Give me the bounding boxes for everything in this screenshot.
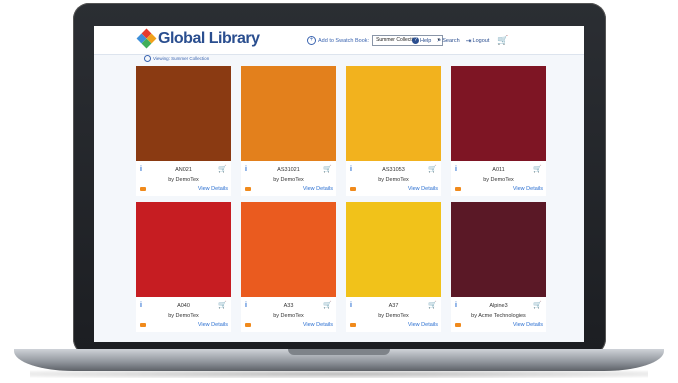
swatch-image[interactable] xyxy=(241,66,336,161)
swatch-maker: by DemoTex xyxy=(273,313,304,319)
header: Global Library + Add to Swatch Book: Sum… xyxy=(94,26,584,55)
swatch-code: AS31021 xyxy=(277,167,300,173)
swatch-maker: by DemoTex xyxy=(483,177,514,183)
swatch-image[interactable] xyxy=(346,202,441,297)
add-to-cart-icon[interactable]: 🛒 xyxy=(218,301,227,309)
search-link[interactable]: ⌕ Search xyxy=(437,37,459,45)
swatch-code: A33 xyxy=(283,303,294,309)
viewing-indicator: Viewing: Summer Collection xyxy=(144,55,209,62)
swatch-card[interactable]: i A33 🛒 by DemoTex View Details xyxy=(241,202,336,332)
swatch-maker: by DemoTex xyxy=(168,313,199,319)
search-label: Search xyxy=(442,37,460,44)
add-to-cart-icon[interactable]: 🛒 xyxy=(428,301,437,309)
view-details-link[interactable]: View Details xyxy=(198,322,228,328)
swatch-image[interactable] xyxy=(451,202,546,297)
laptop-shadow xyxy=(30,370,648,378)
book-icon[interactable] xyxy=(455,323,461,327)
book-icon[interactable] xyxy=(350,323,356,327)
swatch-image[interactable] xyxy=(136,202,231,297)
book-icon[interactable] xyxy=(350,187,356,191)
view-details-link[interactable]: View Details xyxy=(408,186,438,192)
swatch-maker: by DemoTex xyxy=(378,177,409,183)
logo-text: Global Library xyxy=(158,30,260,47)
swatch-maker: by Acme Technologies xyxy=(471,313,526,319)
swatch-code: A37 xyxy=(388,303,399,309)
add-label: Add to Swatch Book: xyxy=(318,37,370,44)
swatch-code: Alpine3 xyxy=(489,303,508,309)
viewing-label: Viewing: Summer Collection xyxy=(153,56,210,61)
add-to-cart-icon[interactable]: 🛒 xyxy=(218,165,227,173)
help-link[interactable]: ? Help xyxy=(412,37,431,44)
add-to-cart-icon[interactable]: 🛒 xyxy=(323,165,332,173)
swatch-card[interactable]: i A040 🛒 by DemoTex View Details xyxy=(136,202,231,332)
header-nav: ? Help ⌕ Search ⇥ Logout 🛒 xyxy=(412,35,509,46)
swatch-code: AS31053 xyxy=(382,167,405,173)
swatch-card[interactable]: i Alpine3 🛒 by Acme Technologies View Detail… xyxy=(451,202,546,332)
view-details-link[interactable]: View Details xyxy=(198,186,228,192)
swatch-image[interactable] xyxy=(451,66,546,161)
swatch-card[interactable]: i A011 🛒 by DemoTex View Details xyxy=(451,66,546,196)
view-details-link[interactable]: View Details xyxy=(513,186,543,192)
logout-icon: ⇥ xyxy=(465,37,472,45)
search-icon: ⌕ xyxy=(437,36,442,44)
book-icon[interactable] xyxy=(140,323,146,327)
help-label: Help xyxy=(420,37,432,44)
add-to-cart-icon[interactable]: 🛒 xyxy=(533,301,542,309)
app-screen: Global Library + Add to Swatch Book: Sum… xyxy=(94,26,584,342)
cart-icon[interactable]: 🛒 xyxy=(497,35,508,46)
swatch-card[interactable]: i AS31021 🛒 by DemoTex View Details xyxy=(241,66,336,196)
logo[interactable]: Global Library xyxy=(136,28,260,49)
view-details-link[interactable]: View Details xyxy=(303,186,333,192)
swatch-image[interactable] xyxy=(241,202,336,297)
laptop-notch xyxy=(288,349,390,355)
add-to-cart-icon[interactable]: 🛒 xyxy=(428,165,437,173)
book-icon[interactable] xyxy=(455,187,461,191)
add-to-cart-icon[interactable]: 🛒 xyxy=(323,301,332,309)
view-details-link[interactable]: View Details xyxy=(303,322,333,328)
logo-mark-icon xyxy=(136,28,157,49)
logout-link[interactable]: ⇥ Logout xyxy=(466,37,490,45)
eye-icon xyxy=(144,55,151,62)
view-details-link[interactable]: View Details xyxy=(408,322,438,328)
plus-circle-icon: + xyxy=(307,36,316,45)
swatch-code: A040 xyxy=(177,303,190,309)
swatch-card[interactable]: i AN021 🛒 by DemoTex View Details xyxy=(136,66,231,196)
add-to-cart-icon[interactable]: 🛒 xyxy=(533,165,542,173)
book-icon[interactable] xyxy=(245,187,251,191)
view-details-link[interactable]: View Details xyxy=(513,322,543,328)
swatch-image[interactable] xyxy=(346,66,441,161)
swatch-maker: by DemoTex xyxy=(273,177,304,183)
swatch-code: A011 xyxy=(492,167,505,173)
swatch-code: AN021 xyxy=(175,167,192,173)
swatch-card[interactable]: i A37 🛒 by DemoTex View Details xyxy=(346,202,441,332)
swatch-image[interactable] xyxy=(136,66,231,161)
help-icon: ? xyxy=(412,37,419,44)
logout-label: Logout xyxy=(472,37,490,44)
book-icon[interactable] xyxy=(245,323,251,327)
swatch-card[interactable]: i AS31053 🛒 by DemoTex View Details xyxy=(346,66,441,196)
swatch-maker: by DemoTex xyxy=(168,177,199,183)
book-icon[interactable] xyxy=(140,187,146,191)
swatch-maker: by DemoTex xyxy=(378,313,409,319)
